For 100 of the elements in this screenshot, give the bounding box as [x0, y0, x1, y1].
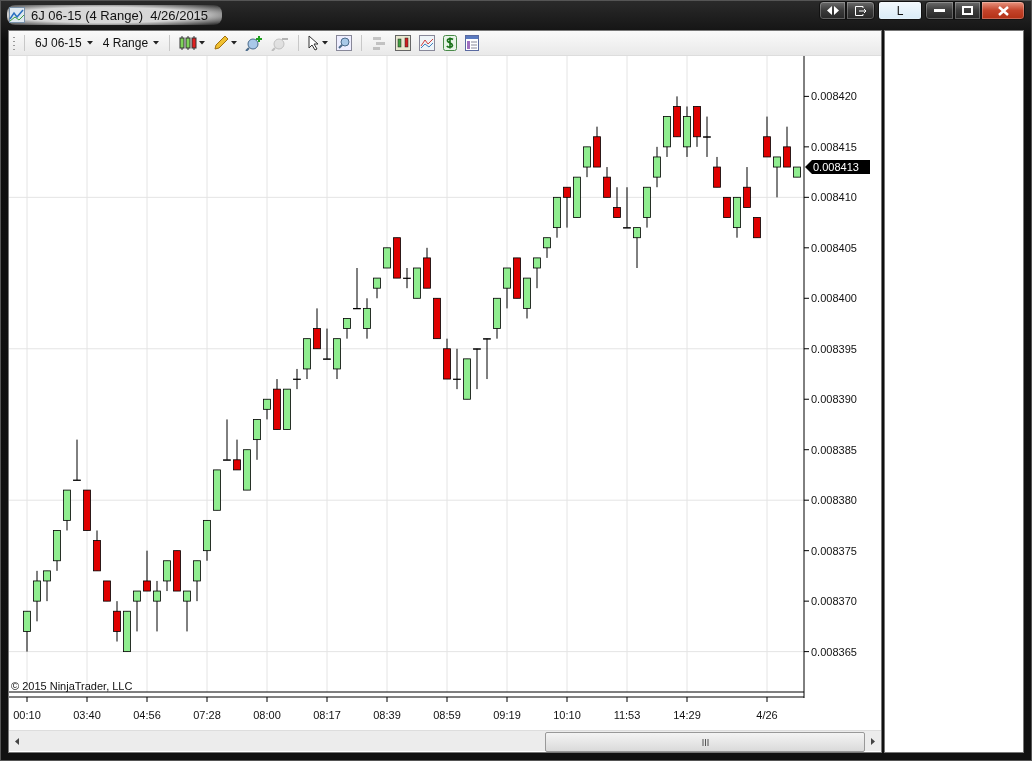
candlestick	[733, 196, 741, 239]
export-button[interactable]	[846, 1, 875, 20]
candlestick	[93, 530, 101, 572]
toolbar-button[interactable]	[393, 33, 414, 53]
candlestick	[433, 297, 441, 340]
candlestick	[113, 600, 121, 642]
candlestick	[23, 610, 31, 653]
candlestick	[673, 95, 681, 138]
candlestick	[793, 166, 801, 178]
candlestick	[513, 257, 521, 299]
candlestick	[43, 570, 51, 602]
minimize-button[interactable]	[925, 1, 954, 20]
candlestick	[103, 580, 111, 602]
candlestick	[373, 277, 381, 299]
candlestick	[403, 267, 411, 289]
time-axis-label: 4/26	[756, 709, 778, 720]
link-button[interactable]: L	[878, 1, 922, 20]
close-button[interactable]	[981, 1, 1025, 20]
horizontal-scrollbar[interactable]	[9, 730, 881, 751]
candlestick	[533, 257, 541, 289]
candlestick	[293, 368, 301, 390]
candlestick	[233, 439, 241, 471]
candlestick	[63, 489, 71, 531]
toolbar-button[interactable]	[177, 33, 208, 53]
time-axis-label: 09:19	[493, 709, 521, 720]
caret-icon	[153, 41, 160, 45]
caret-icon	[86, 41, 93, 45]
toolbar-button[interactable]	[306, 33, 331, 53]
candlestick	[173, 550, 181, 592]
candlestick	[783, 126, 791, 168]
candlestick	[723, 196, 731, 218]
price-axis-label: 0.008380	[811, 494, 857, 507]
price-axis-label: 0.008370	[811, 595, 857, 608]
candlestick	[593, 126, 601, 168]
arrows-button[interactable]	[819, 1, 846, 20]
candlestick	[633, 227, 641, 269]
candlestick	[213, 469, 221, 511]
price-axis-label: 0.008385	[811, 443, 857, 456]
candlestick	[603, 166, 611, 198]
candlestick	[703, 116, 711, 158]
dollar-icon	[443, 35, 458, 51]
candlestick	[423, 247, 431, 289]
candlestick	[763, 116, 771, 158]
candlestick	[563, 186, 571, 229]
indicator-chart-icon	[395, 35, 412, 51]
candlestick	[453, 348, 461, 390]
properties-icon	[465, 35, 480, 51]
candlestick	[163, 560, 171, 592]
candlestick	[443, 338, 451, 380]
caret-icon	[231, 41, 238, 45]
candlestick	[653, 146, 661, 188]
minimize-icon	[934, 8, 945, 13]
candlestick	[643, 186, 651, 229]
time-axis-label: 07:28	[193, 709, 221, 720]
toolbar-button[interactable]	[441, 33, 460, 53]
candlestick	[133, 590, 141, 632]
candlestick	[223, 418, 231, 461]
candlestick	[203, 519, 211, 562]
candlestick	[483, 338, 491, 380]
left-right-arrows-icon	[826, 6, 839, 15]
candlestick	[343, 318, 351, 340]
zoom-in-icon	[245, 35, 264, 51]
candlestick	[303, 338, 311, 380]
line-chart-icon	[419, 35, 436, 51]
candlestick	[243, 449, 251, 491]
price-axis-label: 0.008420	[811, 90, 857, 103]
candlestick	[463, 358, 471, 400]
left-arrow-icon	[15, 737, 19, 745]
candlestick	[353, 267, 361, 310]
maximize-icon	[962, 6, 973, 15]
maximize-button[interactable]	[954, 1, 981, 20]
candlestick	[503, 267, 511, 309]
price-axis-label: 0.008415	[811, 140, 857, 153]
candlestick	[143, 550, 151, 592]
candlestick	[363, 297, 371, 340]
time-axis-label: 03:40	[73, 709, 101, 720]
period-dropdown[interactable]: 4 Range	[99, 36, 163, 50]
bars-icon	[371, 35, 388, 51]
candlestick	[523, 277, 531, 319]
candlestick	[53, 530, 61, 572]
price-axis-label: 0.008375	[811, 544, 857, 557]
price-axis-label: 0.008410	[811, 191, 857, 204]
price-axis-label: 0.008395	[811, 342, 857, 355]
pencil-icon	[213, 35, 230, 51]
time-axis-label: 00:10	[13, 709, 41, 720]
zoom-out-icon	[271, 35, 290, 51]
instrument-dropdown[interactable]: 6J 06-15	[32, 36, 96, 50]
candlestick	[323, 328, 331, 360]
candlestick	[393, 237, 401, 279]
scrollbar-thumb[interactable]	[545, 732, 865, 752]
magnifier-icon	[336, 35, 353, 51]
candlestick	[553, 196, 561, 239]
price-axis-label: 0.008390	[811, 393, 857, 406]
close-icon	[997, 5, 1009, 16]
price-axis-label: 0.008365	[811, 645, 857, 658]
candlestick	[623, 186, 631, 229]
candlestick	[493, 297, 501, 340]
pointer-icon	[308, 35, 321, 51]
candlestick	[273, 378, 281, 430]
candlestick	[693, 106, 701, 148]
